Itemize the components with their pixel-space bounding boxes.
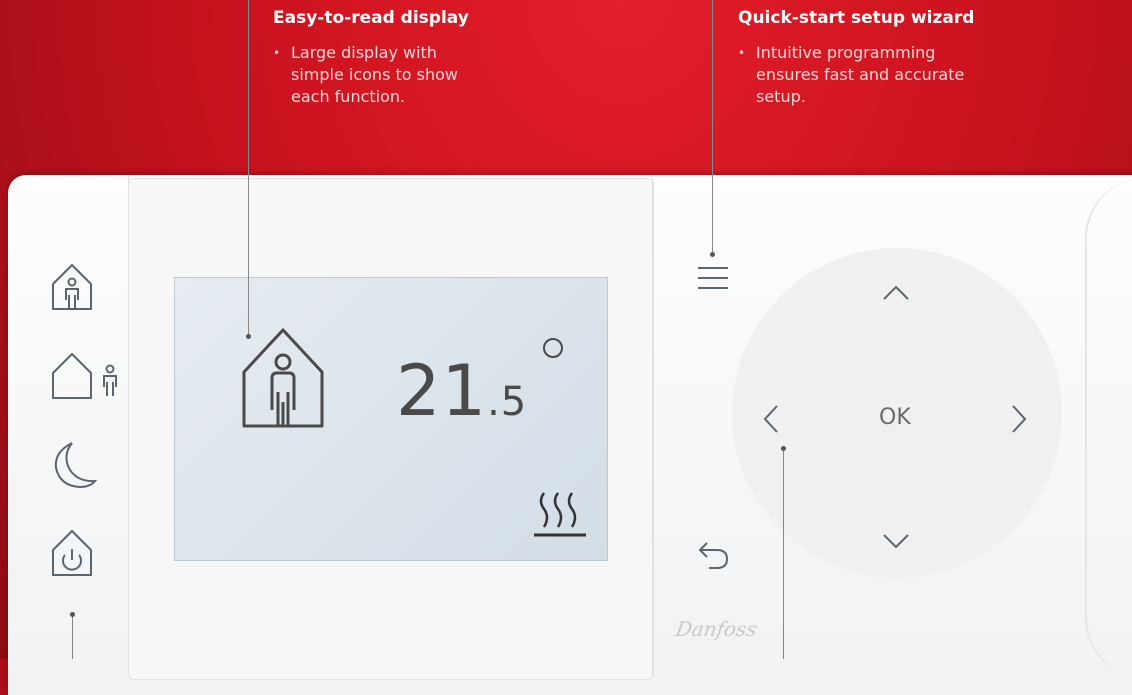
brand-logo: Danfoss <box>673 617 759 641</box>
callout-wizard-list: Intuitive programming ensures fast and a… <box>738 42 968 108</box>
side-bevel <box>1085 178 1132 678</box>
temperature-whole: 21 <box>396 350 488 432</box>
home-occupied-icon[interactable] <box>50 262 94 312</box>
leader-line-left-buttons <box>72 614 73 659</box>
right-arrow-icon[interactable] <box>1010 404 1028 434</box>
standby-power-icon[interactable] <box>50 528 94 578</box>
temperature-decimal: .5 <box>487 379 528 425</box>
callout-display-item: Large display with simple icons to show … <box>273 42 493 108</box>
leader-line-display <box>248 0 249 336</box>
back-icon[interactable] <box>697 540 731 572</box>
heating-icon <box>534 492 586 537</box>
leader-line-wizard <box>712 0 713 254</box>
left-arrow-icon[interactable] <box>762 404 780 434</box>
temperature-readout: 21.5 <box>396 350 527 432</box>
menu-icon[interactable] <box>697 264 729 292</box>
leader-line-nav <box>783 448 784 659</box>
callout-wizard-item: Intuitive programming ensures fast and a… <box>738 42 968 108</box>
down-arrow-icon[interactable] <box>882 532 910 550</box>
callout-display-list: Large display with simple icons to show … <box>273 42 493 108</box>
house-person-icon <box>242 328 324 428</box>
leader-dot-wizard <box>710 252 715 257</box>
leader-dot-left-buttons <box>70 612 75 617</box>
leader-dot-nav <box>781 446 786 451</box>
callout-display-title: Easy-to-read display <box>273 8 469 28</box>
night-moon-icon[interactable] <box>50 440 98 490</box>
ok-button[interactable]: OK <box>879 405 911 430</box>
degree-symbol <box>543 338 563 358</box>
leader-dot-display <box>246 334 251 339</box>
up-arrow-icon[interactable] <box>882 284 910 302</box>
left-button-strip <box>8 175 129 675</box>
callout-wizard-title: Quick-start setup wizard <box>738 8 975 28</box>
away-icon[interactable] <box>50 351 130 401</box>
